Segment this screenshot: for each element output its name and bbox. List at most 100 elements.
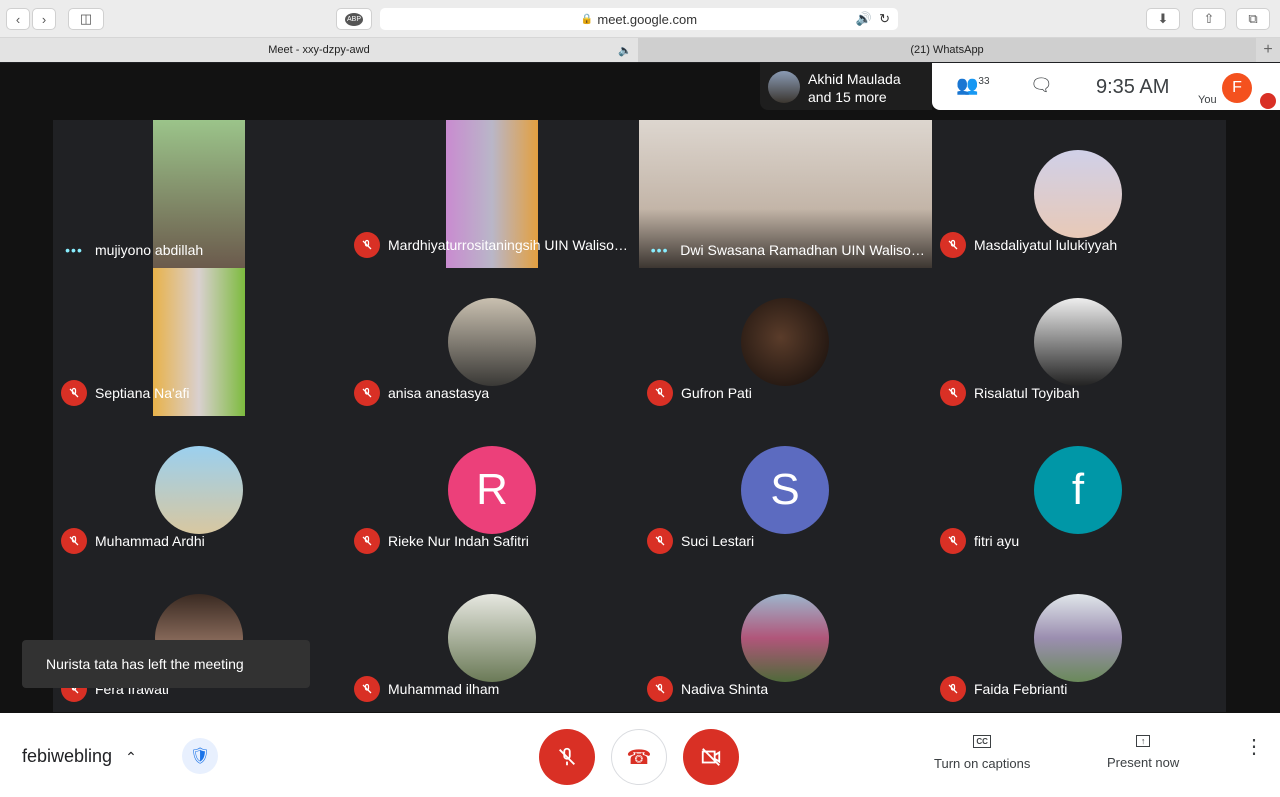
participant-tile[interactable]: R Rieke Nur Indah Safitri: [346, 416, 639, 564]
security-shield-icon[interactable]: 🛡: [182, 738, 218, 774]
share-button[interactable]: ⇧: [1192, 8, 1226, 30]
chevron-up-icon: ⌃: [125, 749, 137, 765]
forward-button[interactable]: ›: [32, 8, 56, 30]
participant-name: anisa anastasya: [388, 385, 490, 401]
hang-up-icon: ☎: [626, 746, 652, 769]
participant-tile[interactable]: S Suci Lestari: [639, 416, 932, 564]
participant-name: Faida Febrianti: [974, 681, 1068, 697]
participant-tile[interactable]: ••• Dwi Swasana Ramadhan UIN Walisongo: [639, 120, 932, 268]
participant-name: Gufron Pati: [681, 385, 752, 401]
participant-tile[interactable]: Mardhiyaturrositaningsih UIN Walisongo: [346, 120, 639, 268]
camera-toggle-button[interactable]: [683, 729, 739, 785]
initial-avatar: S: [741, 446, 829, 534]
participant-name: Rieke Nur Indah Safitri: [388, 533, 529, 549]
photo-avatar: [1034, 298, 1122, 386]
participant-name-label: Faida Febrianti: [940, 676, 1067, 702]
speaker-icon[interactable]: 🔈: [618, 44, 632, 57]
participant-tile[interactable]: Fera Irawati: [53, 564, 346, 712]
toast-text: Nurista tata has left the meeting: [46, 656, 244, 672]
participant-tile[interactable]: Risalatul Toyibah: [932, 268, 1225, 416]
participant-tile[interactable]: Muhammad ilham: [346, 564, 639, 712]
participant-name: fitri ayu: [974, 533, 1020, 549]
participant-tile[interactable]: Faida Febrianti: [932, 564, 1225, 712]
photo-avatar: [155, 446, 243, 534]
tab-label: (21) WhatsApp: [910, 44, 984, 56]
presenter-avatar: [768, 71, 800, 103]
meeting-details-button[interactable]: febiwebling ⌃: [22, 746, 137, 767]
participant-tile[interactable]: Gufron Pati: [639, 268, 932, 416]
mic-off-icon: [354, 528, 380, 554]
photo-avatar: [448, 594, 536, 682]
speaking-indicator-icon: •••: [65, 242, 83, 258]
participant-tile[interactable]: ••• mujiyono abdillah: [53, 120, 346, 268]
participant-tile[interactable]: Septiana Na'afi: [53, 268, 346, 416]
notification-toast: Nurista tata has left the meeting: [22, 640, 310, 688]
participant-name-label: Suci Lestari: [647, 528, 754, 554]
photo-avatar: [741, 298, 829, 386]
participant-grid: ••• mujiyono abdillah Mardhiyaturrositanin…: [53, 120, 1226, 712]
participant-name-label: Masdaliyatul lulukiyyah: [940, 232, 1117, 258]
mic-toggle-button[interactable]: [539, 729, 595, 785]
mic-off-icon: [940, 380, 966, 406]
back-button[interactable]: ‹: [6, 8, 30, 30]
chat-icon: 🗨: [1030, 75, 1053, 95]
mic-off-icon: [559, 747, 575, 766]
present-label: Present now: [1107, 755, 1180, 770]
leave-call-button[interactable]: ☎: [611, 729, 667, 785]
participants-count: 33: [978, 76, 990, 87]
present-icon: ↑: [1135, 735, 1151, 747]
participant-name: Nadiva Shinta: [681, 681, 769, 697]
more-options-button[interactable]: ⋮: [1244, 737, 1264, 757]
people-icon: 👥: [956, 75, 979, 95]
participant-name: Muhammad ilham: [388, 681, 500, 697]
sidebar-toggle-button[interactable]: ◫: [68, 8, 104, 30]
meeting-name: febiwebling: [22, 746, 113, 766]
participant-tile[interactable]: anisa anastasya: [346, 268, 639, 416]
bottom-control-bar: febiwebling ⌃ 🛡 ☎ CC Turn on captions ↑ Pr…: [0, 713, 1280, 797]
mic-off-icon: [647, 528, 673, 554]
address-bar[interactable]: 🔒 meet.google.com 🔊 ↻: [380, 8, 898, 30]
new-tab-button[interactable]: +: [1256, 38, 1280, 62]
tab-meet[interactable]: Meet - xxy-dzpy-awd 🔈: [0, 38, 638, 62]
initial-avatar: R: [448, 446, 536, 534]
presenter-chip[interactable]: Akhid Maulada and 15 more: [760, 63, 932, 110]
mic-off-icon: [354, 380, 380, 406]
adblock-button[interactable]: ABP: [336, 8, 372, 30]
participant-tile[interactable]: Masdaliyatul lulukiyyah: [932, 120, 1225, 268]
participant-name-label: ••• Dwi Swasana Ramadhan UIN Walisongo: [647, 242, 927, 258]
reload-icon[interactable]: ↻: [879, 11, 890, 27]
url-text: meet.google.com: [597, 11, 698, 27]
participant-tile[interactable]: Nadiva Shinta: [639, 564, 932, 712]
adblock-icon: ABP: [344, 12, 363, 26]
mic-off-icon: [61, 380, 87, 406]
participant-name: Suci Lestari: [681, 533, 755, 549]
participant-tile[interactable]: Muhammad Ardhi: [53, 416, 346, 564]
audio-icon[interactable]: 🔊: [856, 11, 872, 27]
tabs-overview-button[interactable]: ⧉: [1236, 8, 1270, 30]
lock-icon: 🔒: [580, 13, 594, 25]
participant-name: Dwi Swasana Ramadhan UIN Walisongo: [680, 242, 927, 258]
participant-tile[interactable]: f fitri ayu: [932, 416, 1225, 564]
participant-name: Masdaliyatul lulukiyyah: [974, 237, 1118, 253]
chat-button[interactable]: 🗨: [1030, 75, 1053, 96]
clock: 9:35 AM: [1096, 76, 1170, 98]
mic-off-icon: [940, 232, 966, 258]
self-label: You: [1198, 94, 1217, 106]
participant-name: Septiana Na'afi: [95, 385, 190, 401]
self-avatar[interactable]: F: [1222, 73, 1252, 103]
self-mic-off-icon: [1260, 93, 1276, 109]
captions-button[interactable]: CC Turn on captions: [934, 735, 1030, 771]
photo-avatar: [448, 298, 536, 386]
cc-icon: CC: [973, 735, 991, 748]
camera-off-icon: [701, 748, 721, 766]
participants-button[interactable]: 👥33: [956, 75, 990, 96]
present-now-button[interactable]: ↑ Present now: [1107, 735, 1179, 770]
participant-name-label: Gufron Pati: [647, 380, 752, 406]
mic-off-icon: [354, 676, 380, 702]
tab-whatsapp[interactable]: (21) WhatsApp: [638, 38, 1256, 62]
tab-bar: Meet - xxy-dzpy-awd 🔈 (21) WhatsApp +: [0, 38, 1280, 62]
mic-off-icon: [940, 528, 966, 554]
participant-name-label: Mardhiyaturrositaningsih UIN Walisongo: [354, 232, 634, 258]
downloads-button[interactable]: ⬇: [1146, 8, 1180, 30]
presenter-name: Akhid Maulada: [808, 71, 901, 87]
